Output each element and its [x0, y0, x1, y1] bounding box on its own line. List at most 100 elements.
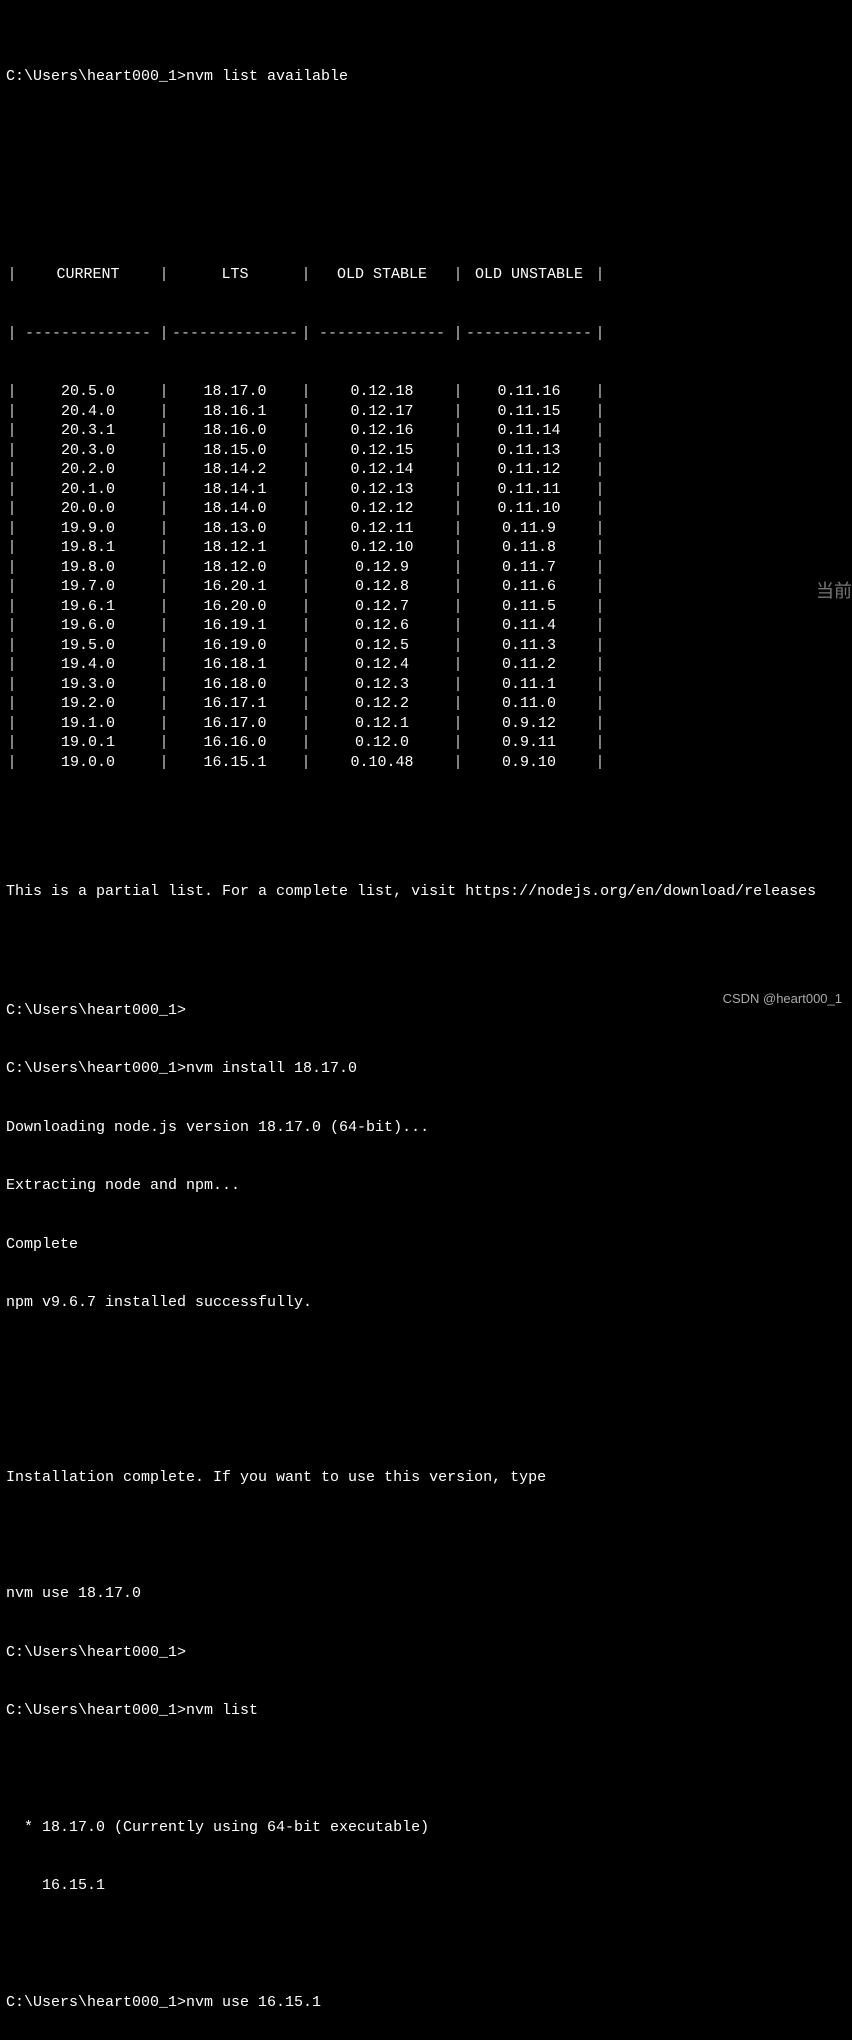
prompt-path: C:\Users\heart000_1> [6, 1060, 186, 1077]
table-row: |19.7.0|16.20.1|0.12.8|0.11.6| [6, 577, 846, 597]
prompt-path: C:\Users\heart000_1> [6, 68, 186, 85]
table-cell: 19.8.1 [18, 538, 158, 558]
table-cell: 0.11.0 [464, 694, 594, 714]
table-cell: 18.15.0 [170, 441, 300, 461]
col-separator: | [300, 616, 312, 636]
col-separator: | [594, 265, 606, 285]
command-text[interactable]: nvm list [186, 1702, 258, 1719]
table-cell: 0.11.5 [464, 597, 594, 617]
col-separator: | [594, 480, 606, 500]
col-separator: | [158, 441, 170, 461]
output-line: 16.15.1 [6, 1876, 846, 1896]
table-cell: 19.2.0 [18, 694, 158, 714]
prompt-path: C:\Users\heart000_1> [6, 1644, 186, 1661]
col-separator: | [158, 402, 170, 422]
table-cell: 0.12.2 [312, 694, 452, 714]
col-separator: | [158, 499, 170, 519]
table-cell: 16.19.0 [170, 636, 300, 656]
output-line: Extracting node and npm... [6, 1176, 846, 1196]
col-separator: | [158, 675, 170, 695]
col-separator: | [158, 460, 170, 480]
col-separator: | [6, 460, 18, 480]
table-row: |20.5.0|18.17.0|0.12.18|0.11.16| [6, 382, 846, 402]
col-separator: | [452, 480, 464, 500]
table-cell: 0.12.5 [312, 636, 452, 656]
col-separator: | [594, 519, 606, 539]
col-separator: | [6, 480, 18, 500]
table-cell: 0.11.7 [464, 558, 594, 578]
output-line: Downloading node.js version 18.17.0 (64-… [6, 1118, 846, 1138]
table-cell: 19.7.0 [18, 577, 158, 597]
table-row: |20.1.0|18.14.1|0.12.13|0.11.11| [6, 480, 846, 500]
col-separator: | [594, 597, 606, 617]
col-separator: | [6, 382, 18, 402]
output-line: Complete [6, 1235, 846, 1255]
command-text[interactable]: nvm use 16.15.1 [186, 1994, 321, 2011]
prompt-line: C:\Users\heart000_1>nvm list available [6, 67, 846, 87]
col-separator: | [452, 636, 464, 656]
table-cell: 18.16.0 [170, 421, 300, 441]
col-separator: | [452, 577, 464, 597]
table-row: |19.4.0|16.18.1|0.12.4|0.11.2| [6, 655, 846, 675]
table-cell: 0.11.13 [464, 441, 594, 461]
col-separator: | [300, 558, 312, 578]
table-body: |20.5.0|18.17.0|0.12.18|0.11.16||20.4.0|… [6, 382, 846, 772]
table-cell: 0.11.14 [464, 421, 594, 441]
table-cell: 16.18.1 [170, 655, 300, 675]
header-old-unstable: OLD UNSTABLE [464, 265, 594, 285]
table-row: |20.0.0|18.14.0|0.12.12|0.11.10| [6, 499, 846, 519]
col-separator: | [158, 616, 170, 636]
col-separator: | [452, 558, 464, 578]
col-separator: | [6, 265, 18, 285]
table-cell: 18.12.1 [170, 538, 300, 558]
command-text[interactable]: nvm list available [186, 68, 348, 85]
table-row: |20.4.0|18.16.1|0.12.17|0.11.15| [6, 402, 846, 422]
col-separator: | [452, 733, 464, 753]
table-header-row: | CURRENT | LTS | OLD STABLE | OLD UNSTA… [6, 265, 846, 285]
col-separator: | [300, 636, 312, 656]
col-separator: | [452, 421, 464, 441]
col-separator: | [300, 694, 312, 714]
col-separator: | [6, 733, 18, 753]
col-separator: | [594, 694, 606, 714]
table-row: |20.3.1|18.16.0|0.12.16|0.11.14| [6, 421, 846, 441]
col-separator: | [300, 480, 312, 500]
table-row: |19.8.0|18.12.0|0.12.9|0.11.7| [6, 558, 846, 578]
table-cell: 0.12.17 [312, 402, 452, 422]
watermark-text: CSDN @heart000_1 [723, 991, 842, 1008]
table-cell: 18.17.0 [170, 382, 300, 402]
col-separator: | [452, 694, 464, 714]
table-cell: 19.0.1 [18, 733, 158, 753]
col-separator: | [6, 714, 18, 734]
table-cell: 0.12.18 [312, 382, 452, 402]
output-line: * 18.17.0 (Currently using 64-bit execut… [6, 1818, 846, 1838]
table-cell: 16.18.0 [170, 675, 300, 695]
col-separator: | [594, 382, 606, 402]
col-separator: | [158, 733, 170, 753]
col-separator: | [594, 714, 606, 734]
col-separator: | [594, 753, 606, 773]
col-separator: | [594, 636, 606, 656]
col-separator: | [300, 675, 312, 695]
command-text[interactable]: nvm install 18.17.0 [186, 1060, 357, 1077]
col-separator: | [158, 558, 170, 578]
col-separator: | [452, 675, 464, 695]
table-cell: 18.13.0 [170, 519, 300, 539]
partial-list-note: This is a partial list. For a complete l… [6, 882, 846, 902]
terminal-output: C:\Users\heart000_1>nvm list available |… [0, 0, 852, 2040]
session-block: C:\Users\heart000_1> C:\Users\heart000_1… [6, 962, 846, 2040]
table-cell: 18.12.0 [170, 558, 300, 578]
col-separator: | [6, 753, 18, 773]
col-separator: | [452, 460, 464, 480]
table-cell: 19.5.0 [18, 636, 158, 656]
table-row: |20.2.0|18.14.2|0.12.14|0.11.12| [6, 460, 846, 480]
table-divider: |-------------- |-------------- |-------… [6, 324, 846, 344]
col-separator: | [300, 402, 312, 422]
table-row: |19.2.0|16.17.1|0.12.2|0.11.0| [6, 694, 846, 714]
table-cell: 19.0.0 [18, 753, 158, 773]
table-cell: 0.11.6 [464, 577, 594, 597]
table-cell: 19.6.1 [18, 597, 158, 617]
col-separator: | [300, 597, 312, 617]
col-separator: | [6, 655, 18, 675]
col-separator: | [452, 714, 464, 734]
